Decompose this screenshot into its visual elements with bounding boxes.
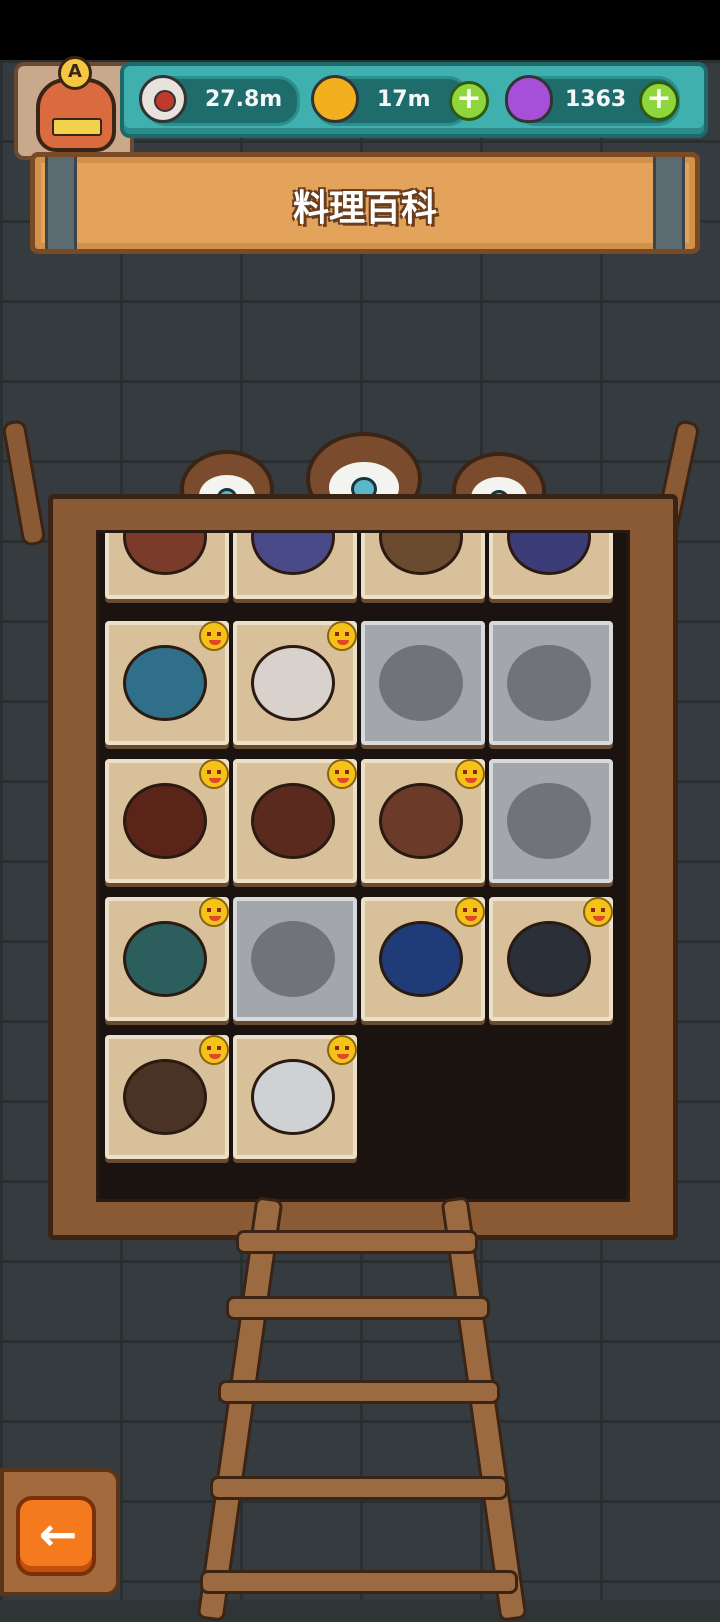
dish-icon	[379, 921, 463, 997]
dish-icon	[251, 533, 335, 575]
crowned-face-badge-icon	[199, 897, 229, 927]
dish-icon	[379, 783, 463, 859]
potion-icon	[505, 75, 553, 123]
locked-dish-silhouette-icon	[379, 645, 463, 721]
recipe-card[interactable]	[233, 621, 357, 745]
dish-icon	[507, 921, 591, 997]
crowned-face-badge-icon	[327, 621, 357, 651]
recipe-card[interactable]	[489, 533, 613, 599]
player-avatar[interactable]: A	[14, 56, 134, 160]
recipe-card[interactable]	[105, 533, 229, 599]
dish-icon	[123, 1059, 207, 1135]
coin-value: 17m	[377, 87, 431, 112]
crowned-face-badge-icon	[455, 759, 485, 789]
dish-icon	[251, 783, 335, 859]
recipe-card[interactable]	[361, 533, 485, 599]
eyeball-counter: 27.8m	[139, 75, 300, 126]
back-button[interactable]: ←	[16, 1496, 96, 1576]
eyeball-icon	[139, 75, 187, 123]
recipe-card[interactable]	[361, 759, 485, 883]
status-bar	[0, 0, 720, 60]
add-potions-button[interactable]: +	[639, 81, 679, 121]
add-coins-button[interactable]: +	[449, 81, 489, 121]
crowned-face-badge-icon	[199, 621, 229, 651]
gold-coin-icon	[311, 75, 359, 123]
resource-bar: 27.8m 17m + 1363 +	[120, 62, 708, 138]
recipe-card[interactable]	[105, 759, 229, 883]
rank-badge: A	[58, 56, 92, 90]
recipe-card[interactable]	[233, 759, 357, 883]
dish-icon	[251, 1059, 335, 1135]
recipe-card[interactable]	[105, 1035, 229, 1159]
recipe-card[interactable]	[361, 897, 485, 1021]
dish-icon	[123, 533, 207, 575]
title-banner: 料理百科	[30, 152, 700, 254]
crowned-face-badge-icon	[199, 1035, 229, 1065]
recipe-card[interactable]	[489, 897, 613, 1021]
dish-icon	[379, 533, 463, 575]
dish-icon	[123, 783, 207, 859]
dish-icon	[123, 921, 207, 997]
crowned-face-badge-icon	[327, 759, 357, 789]
recipe-card-locked[interactable]	[489, 621, 613, 745]
crowned-face-badge-icon	[327, 1035, 357, 1065]
potion-value: 1363	[565, 87, 627, 112]
recipe-card-locked[interactable]	[361, 621, 485, 745]
locked-dish-silhouette-icon	[251, 921, 335, 997]
potion-counter: 1363 +	[505, 75, 680, 126]
recipe-card[interactable]	[105, 897, 229, 1021]
dish-icon	[123, 645, 207, 721]
back-arrow-icon: ←	[38, 1507, 78, 1561]
eyeball-value: 27.8m	[205, 87, 283, 112]
dish-icon	[507, 533, 591, 575]
crowned-face-badge-icon	[455, 897, 485, 927]
coin-counter: 17m +	[311, 75, 489, 126]
dish-icon	[251, 645, 335, 721]
locked-dish-silhouette-icon	[507, 783, 591, 859]
recipe-card[interactable]	[233, 1035, 357, 1159]
page-title: 料理百科	[292, 188, 437, 229]
recipe-card[interactable]	[233, 533, 357, 599]
recipe-card-locked[interactable]	[489, 759, 613, 883]
crowned-face-badge-icon	[583, 897, 613, 927]
recipe-card[interactable]	[105, 621, 229, 745]
locked-dish-silhouette-icon	[507, 645, 591, 721]
recipe-grid[interactable]	[96, 530, 630, 1202]
crowned-face-badge-icon	[199, 759, 229, 789]
recipe-card-locked[interactable]	[233, 897, 357, 1021]
